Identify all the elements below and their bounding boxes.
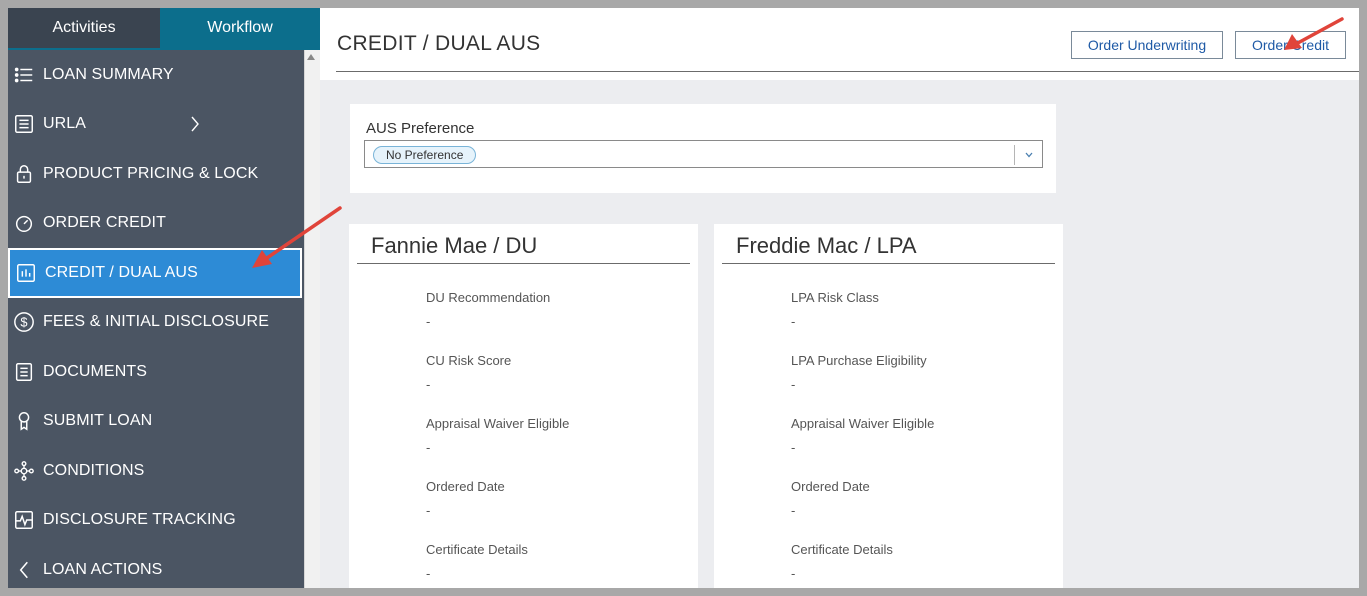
lock-icon xyxy=(12,162,36,186)
field-label: CU Risk Score xyxy=(426,353,512,368)
sidebar-item-label: CONDITIONS xyxy=(43,461,145,479)
sidebar-item-disclosure-tracking[interactable]: DISCLOSURE TRACKING xyxy=(8,496,304,546)
field-label: LPA Risk Class xyxy=(791,290,879,305)
gauge-icon xyxy=(12,211,36,235)
ordered-date-field: Ordered Date - xyxy=(426,479,676,518)
field-value: - xyxy=(791,314,796,329)
sidebar-scrollbar[interactable] xyxy=(304,50,320,588)
award-icon xyxy=(12,409,36,433)
card-title: Freddie Mac / LPA xyxy=(736,233,917,258)
sidebar-item-label: PRODUCT PRICING & LOCK xyxy=(43,164,259,182)
sidebar-item-loan-summary[interactable]: LOAN SUMMARY xyxy=(8,50,304,100)
sidebar-item-order-credit[interactable]: ORDER CREDIT xyxy=(8,199,304,249)
card-divider xyxy=(357,263,690,264)
sidebar-item-label: ORDER CREDIT xyxy=(43,214,166,232)
cu-risk-score-field: CU Risk Score - xyxy=(426,353,676,392)
header-divider xyxy=(336,71,1359,72)
appraisal-waiver-field: Appraisal Waiver Eligible - xyxy=(426,416,676,455)
sidebar-item-label: SUBMIT LOAN xyxy=(43,412,153,430)
pulse-icon xyxy=(12,508,36,532)
field-label: Appraisal Waiver Eligible xyxy=(426,416,570,431)
field-value: - xyxy=(791,566,796,581)
sidebar-item-loan-actions[interactable]: LOAN ACTIONS xyxy=(8,545,304,588)
sidebar-item-urla[interactable]: URLA xyxy=(8,100,304,150)
du-recommendation-field: DU Recommendation - xyxy=(426,290,676,329)
field-label: LPA Purchase Eligibility xyxy=(791,353,927,368)
chevron-left-icon xyxy=(12,558,36,582)
chevron-right-icon[interactable] xyxy=(188,114,202,134)
card-divider xyxy=(722,263,1055,264)
card-title: Fannie Mae / DU xyxy=(371,233,538,258)
selected-option-pill[interactable]: No Preference xyxy=(373,146,477,164)
sidebar-item-label: CREDIT / DUAL AUS xyxy=(45,263,198,281)
sidebar-item-conditions[interactable]: CONDITIONS xyxy=(8,446,304,496)
sidebar-item-label: URLA xyxy=(43,115,87,133)
sidebar-item-label: DISCLOSURE TRACKING xyxy=(43,511,236,529)
sidebar-item-product-pricing-lock[interactable]: PRODUCT PRICING & LOCK xyxy=(8,149,304,199)
app-window: Activities Workflow LOAN SUMMARY URLA PR… xyxy=(8,8,1359,588)
page-title: CREDIT / DUAL AUS xyxy=(337,32,541,55)
ordered-date-field: Ordered Date - xyxy=(791,479,1041,518)
tab-workflow[interactable]: Workflow xyxy=(160,8,320,48)
certificate-details-field: Certificate Details - xyxy=(791,542,1041,581)
list-icon xyxy=(12,63,36,87)
svg-text:$: $ xyxy=(20,315,27,330)
aus-preference-select[interactable]: No Preference xyxy=(364,140,1043,168)
select-separator xyxy=(1014,145,1015,165)
field-label: Certificate Details xyxy=(791,542,893,557)
lpa-risk-class-field: LPA Risk Class - xyxy=(791,290,1041,329)
fannie-mae-du-card: Fannie Mae / DU DU Recommendation - CU Ri… xyxy=(349,224,698,588)
field-label: DU Recommendation xyxy=(426,290,551,305)
network-icon xyxy=(12,459,36,483)
sidebar-item-credit-dual-aus[interactable]: CREDIT / DUAL AUS xyxy=(8,248,302,298)
certificate-details-field: Certificate Details - xyxy=(426,542,676,581)
field-value: - xyxy=(426,440,431,455)
field-value: - xyxy=(426,566,431,581)
dollar-icon: $ xyxy=(12,310,36,334)
order-credit-button[interactable]: Order Credit xyxy=(1235,31,1346,59)
aus-preference-card: AUS Preference No Preference xyxy=(350,104,1056,193)
field-label: Certificate Details xyxy=(426,542,528,557)
field-value: - xyxy=(791,503,796,518)
field-value: - xyxy=(791,440,796,455)
lpa-purchase-eligibility-field: LPA Purchase Eligibility - xyxy=(791,353,1041,392)
form-icon xyxy=(12,112,36,136)
sidebar-item-label: LOAN SUMMARY xyxy=(43,65,174,83)
field-label: Ordered Date xyxy=(426,479,505,494)
document-icon xyxy=(12,360,36,384)
field-value: - xyxy=(426,377,431,392)
scroll-up-arrow-icon[interactable] xyxy=(307,54,315,60)
field-label: Appraisal Waiver Eligible xyxy=(791,416,935,431)
aus-preference-label: AUS Preference xyxy=(366,120,475,137)
sidebar: Activities Workflow LOAN SUMMARY URLA PR… xyxy=(8,8,320,588)
screenshot-frame: Activities Workflow LOAN SUMMARY URLA PR… xyxy=(0,0,1367,596)
sidebar-item-submit-loan[interactable]: SUBMIT LOAN xyxy=(8,397,304,447)
field-label: Ordered Date xyxy=(791,479,870,494)
bar-chart-icon xyxy=(14,261,38,285)
sidebar-item-fees-initial-disclosure[interactable]: $ FEES & INITIAL DISCLOSURE xyxy=(8,298,304,348)
sidebar-item-documents[interactable]: DOCUMENTS xyxy=(8,347,304,397)
chevron-down-icon[interactable] xyxy=(1022,148,1036,162)
page-header: CREDIT / DUAL AUS Order Underwriting Ord… xyxy=(320,8,1359,80)
sidebar-tabs: Activities Workflow xyxy=(8,8,320,48)
main-content: CREDIT / DUAL AUS Order Underwriting Ord… xyxy=(320,8,1359,588)
appraisal-waiver-field: Appraisal Waiver Eligible - xyxy=(791,416,1041,455)
field-value: - xyxy=(791,377,796,392)
field-value: - xyxy=(426,314,431,329)
workflow-nav: LOAN SUMMARY URLA PRODUCT PRICING & LOCK xyxy=(8,50,304,588)
sidebar-item-label: DOCUMENTS xyxy=(43,362,148,380)
field-value: - xyxy=(426,503,431,518)
freddie-mac-lpa-card: Freddie Mac / LPA LPA Risk Class - LPA Pu… xyxy=(714,224,1063,588)
order-underwriting-button[interactable]: Order Underwriting xyxy=(1071,31,1223,59)
sidebar-item-label: LOAN ACTIONS xyxy=(43,560,163,578)
sidebar-item-label: FEES & INITIAL DISCLOSURE xyxy=(43,313,269,331)
tab-activities[interactable]: Activities xyxy=(8,8,160,48)
